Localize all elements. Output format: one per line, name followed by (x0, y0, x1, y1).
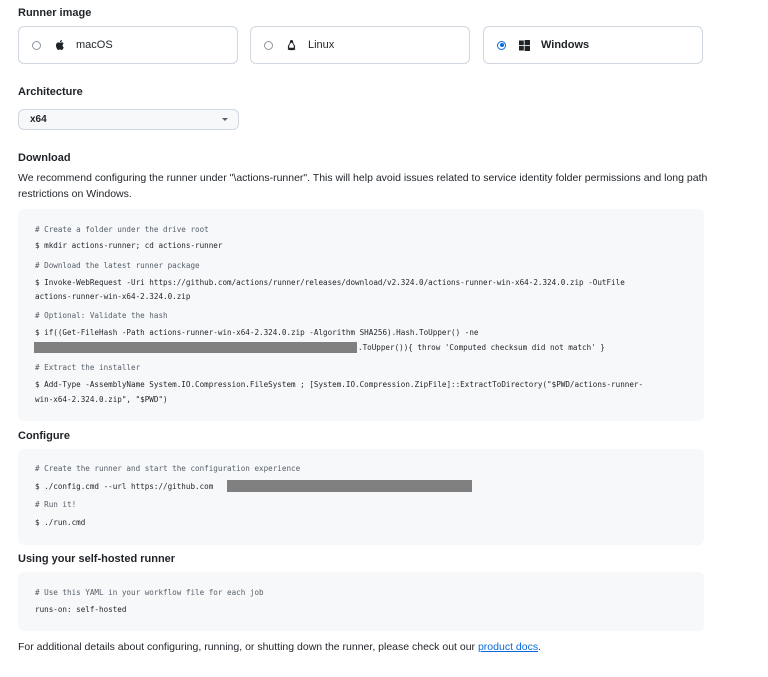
footer-prefix: For additional details about configuring… (18, 641, 478, 653)
code-comment: # Optional: Validate the hash (35, 311, 168, 320)
code-line: $ Invoke-WebRequest -Uri https://github.… (35, 278, 625, 287)
architecture-select[interactable]: x64 (18, 109, 239, 130)
code-line: $ ./run.cmd (35, 518, 86, 527)
redacted-hash (34, 342, 357, 353)
architecture-value: x64 (30, 114, 47, 125)
code-line: .ToUpper()){ throw 'Computed checksum di… (358, 343, 605, 352)
runner-option-linux[interactable]: Linux (250, 26, 470, 64)
code-line: $ mkdir actions-runner; cd actions-runne… (35, 241, 223, 250)
footer-period: . (538, 641, 542, 653)
code-comment: # Run it! (35, 500, 77, 509)
macos-label: macOS (76, 39, 113, 51)
windows-label: Windows (541, 39, 590, 51)
code-line: $ ./config.cmd --url https://github.com (35, 482, 214, 491)
code-comment: # Create a folder under the drive root (35, 225, 209, 234)
runner-image-heading: Runner image (18, 7, 92, 19)
code-comment: # Extract the installer (35, 363, 141, 372)
architecture-heading: Architecture (18, 86, 83, 98)
runner-option-macos[interactable]: macOS (18, 26, 238, 64)
windows-radio[interactable] (497, 40, 506, 50)
windows-logo-icon (518, 39, 531, 52)
code-line: $ Add-Type -AssemblyName System.IO.Compr… (35, 380, 644, 389)
redacted-url (227, 480, 472, 492)
using-code-block (18, 572, 704, 631)
code-comment: # Create the runner and start the config… (35, 464, 301, 473)
code-comment: # Download the latest runner package (35, 261, 200, 270)
code-line: win-x64-2.324.0.zip", "$PWD") (35, 395, 168, 404)
apple-icon (53, 39, 66, 52)
code-comment: # Use this YAML in your workflow file fo… (35, 588, 264, 597)
footer-text: For additional details about configuring… (18, 639, 708, 655)
linux-tux-icon (285, 39, 298, 52)
download-heading: Download (18, 152, 71, 164)
product-docs-link[interactable]: product docs (478, 641, 538, 653)
runner-option-windows[interactable]: Windows (483, 26, 703, 64)
configure-heading: Configure (18, 430, 70, 442)
chevron-down-icon (222, 118, 228, 121)
linux-label: Linux (308, 39, 335, 51)
download-description: We recommend configuring the runner unde… (18, 172, 708, 200)
macos-radio[interactable] (32, 40, 41, 50)
code-line: actions-runner-win-x64-2.324.0.zip (35, 292, 191, 301)
linux-radio[interactable] (264, 40, 273, 50)
code-line: runs-on: self-hosted (35, 605, 127, 614)
code-line: $ if((Get-FileHash -Path actions-runner-… (35, 328, 479, 337)
using-runner-heading: Using your self-hosted runner (18, 553, 176, 565)
